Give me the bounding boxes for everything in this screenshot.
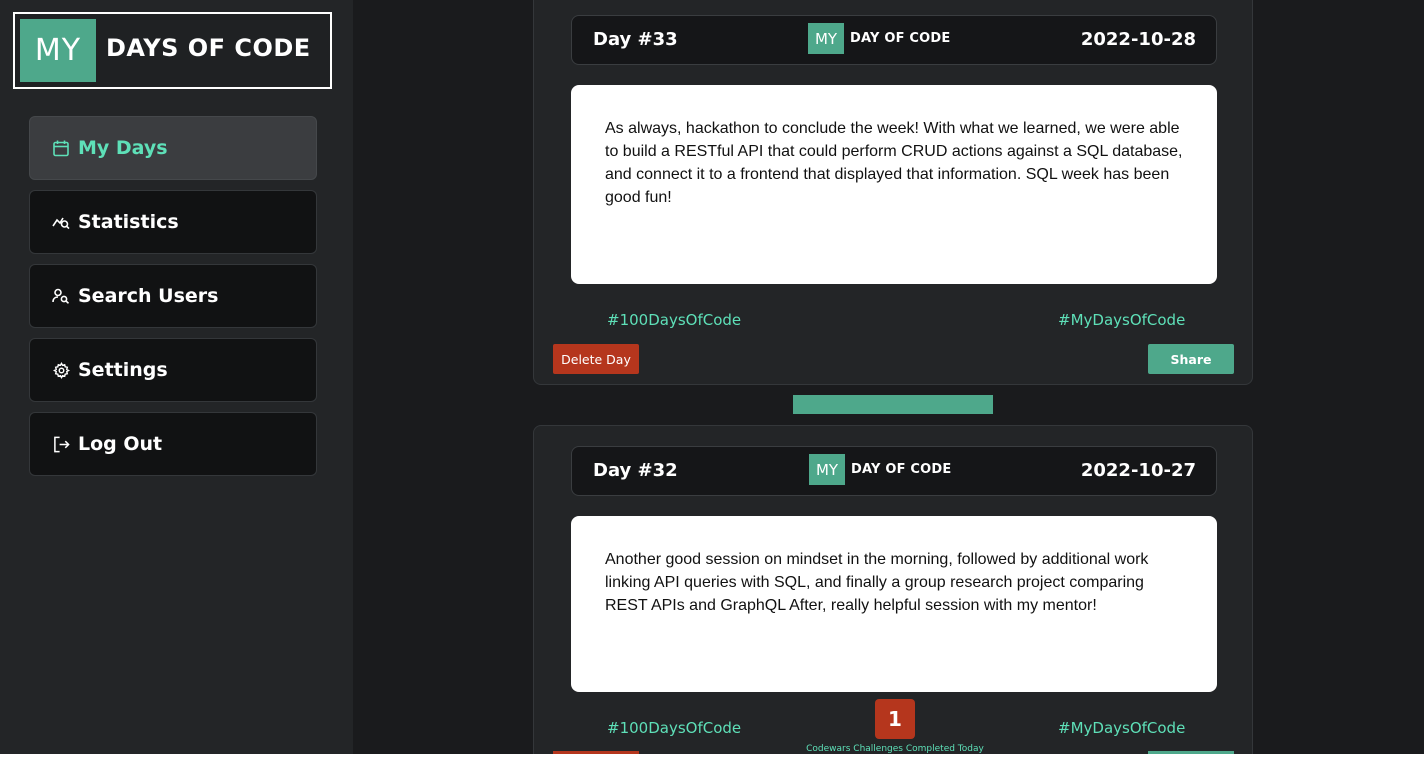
logo-my-box: MY	[20, 19, 96, 82]
hashtag-100daysofcode[interactable]: #100DaysOfCode	[607, 311, 741, 329]
chart-search-icon	[52, 213, 70, 231]
codewars-count: 1	[888, 707, 902, 731]
day-number: Day #32	[593, 460, 678, 481]
day-card-header: Day #32 MY DAY OF CODE 2022-10-27	[571, 446, 1217, 496]
sidebar-item-statistics[interactable]: Statistics	[29, 190, 317, 254]
sidebar-item-label: Settings	[78, 359, 168, 381]
app-logo[interactable]: MY DAYS OF CODE	[13, 12, 332, 89]
sidebar-item-search-users[interactable]: Search Users	[29, 264, 317, 328]
delete-day-button[interactable]	[553, 751, 639, 754]
day-logo-text: DAY OF CODE	[850, 31, 951, 46]
sidebar-item-log-out[interactable]: Log Out	[29, 412, 317, 476]
day-logo-text: DAY OF CODE	[851, 462, 952, 477]
codewars-label: Codewars Challenges Completed Today	[806, 744, 984, 754]
sidebar-item-label: Log Out	[78, 433, 163, 455]
user-search-icon	[52, 287, 70, 305]
sidebar: MY DAYS OF CODE My Days Statistics Searc…	[0, 0, 353, 754]
hashtag-mydaysofcode[interactable]: #MyDaysOfCode	[1058, 719, 1185, 737]
day-logo-my: MY	[808, 23, 844, 54]
calendar-icon	[52, 139, 70, 157]
gear-icon	[52, 361, 70, 379]
day-text: As always, hackathon to conclude the wee…	[605, 120, 1183, 206]
app-root: MY DAYS OF CODE My Days Statistics Searc…	[0, 0, 1424, 754]
logo-text: DAYS OF CODE	[106, 34, 311, 62]
sidebar-item-label: Statistics	[78, 211, 179, 233]
day-date: 2022-10-28	[1080, 29, 1196, 50]
sidebar-item-my-days[interactable]: My Days	[29, 116, 317, 180]
share-button[interactable]	[1148, 751, 1234, 754]
day-card-body: Another good session on mindset in the m…	[571, 516, 1217, 692]
day-logo: MY DAY OF CODE	[808, 23, 950, 54]
sidebar-item-settings[interactable]: Settings	[29, 338, 317, 402]
day-card-body: As always, hackathon to conclude the wee…	[571, 85, 1217, 284]
hashtag-100daysofcode[interactable]: #100DaysOfCode	[607, 719, 741, 737]
codewars-icon: 1	[875, 699, 915, 739]
day-date: 2022-10-27	[1080, 460, 1196, 481]
logout-icon	[52, 435, 70, 453]
day-number: Day #33	[593, 29, 678, 50]
hashtag-mydaysofcode[interactable]: #MyDaysOfCode	[1058, 311, 1185, 329]
day-text: Another good session on mindset in the m…	[605, 551, 1149, 614]
delete-day-button[interactable]: Delete Day	[553, 344, 639, 374]
day-logo: MY DAY OF CODE	[809, 454, 951, 485]
day-card-header: Day #33 MY DAY OF CODE 2022-10-28	[571, 15, 1217, 65]
sidebar-item-label: Search Users	[78, 285, 219, 307]
share-button[interactable]: Share	[1148, 344, 1234, 374]
day-card: Day #33 MY DAY OF CODE 2022-10-28 As alw…	[533, 0, 1253, 385]
sidebar-item-label: My Days	[78, 137, 168, 159]
load-more-bar[interactable]	[793, 395, 993, 414]
day-logo-my: MY	[809, 454, 845, 485]
